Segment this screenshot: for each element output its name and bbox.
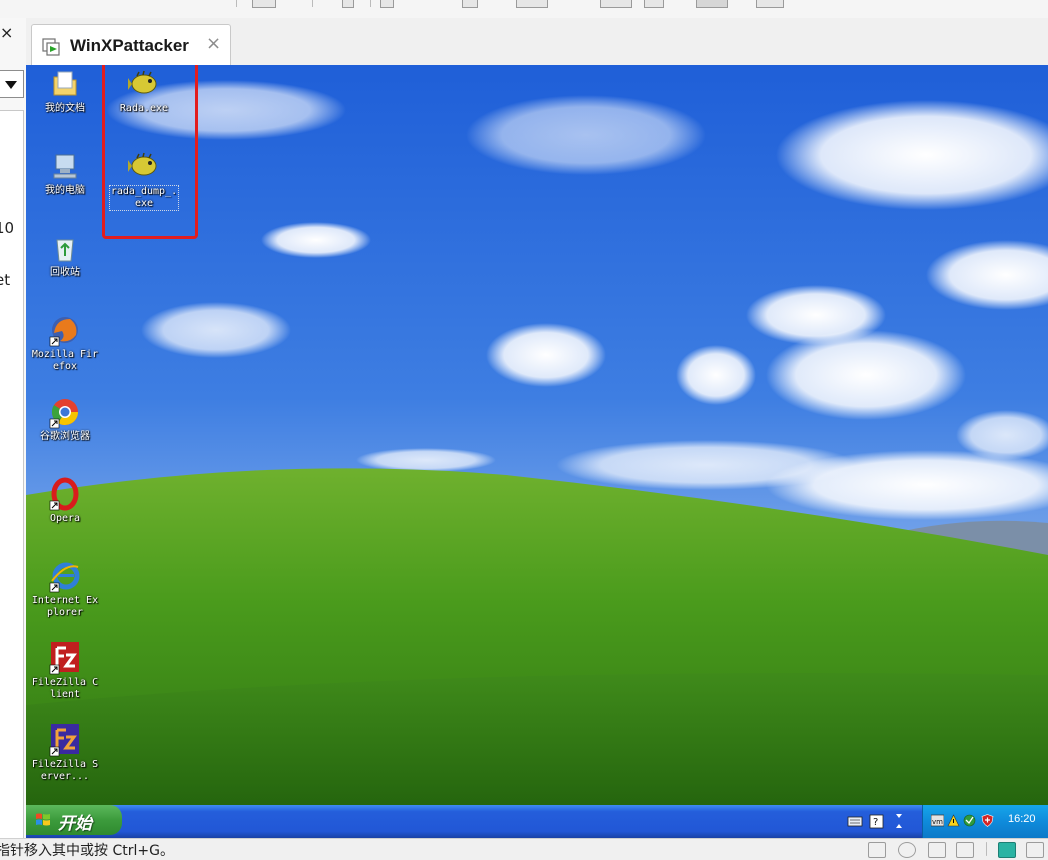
desktop-icon-rada-exe[interactable]: Rada.exe	[109, 67, 179, 115]
filezilla-icon	[48, 641, 82, 675]
xp-taskbar: 开始 ? vm 16:20	[26, 805, 1048, 838]
clock[interactable]: 16:20	[1008, 813, 1036, 825]
toolbar-button[interactable]	[600, 0, 632, 8]
internet-explorer-icon	[48, 559, 82, 593]
desktop-icon-label: 我的电脑	[45, 185, 85, 196]
recycle-bin-icon	[48, 231, 82, 265]
start-button[interactable]: 开始	[26, 805, 122, 835]
status-message: 指针移入其中或按 Ctrl+G。	[0, 843, 174, 859]
toolbar-separator	[312, 0, 313, 7]
toolbar-separator	[370, 0, 371, 7]
desktop-icon-internet-explorer[interactable]: Internet Explorer	[30, 559, 100, 619]
cd-rom-icon[interactable]	[898, 842, 916, 858]
vm-icon	[42, 38, 60, 56]
desktop-icon-label: Opera	[49, 513, 81, 524]
toolbar-button[interactable]	[342, 0, 354, 8]
firefox-icon	[48, 313, 82, 347]
hard-disk-icon[interactable]	[868, 842, 886, 858]
network-adapter-icon[interactable]	[956, 842, 974, 858]
toolbar-button[interactable]	[644, 0, 664, 8]
svg-text:?: ?	[873, 817, 878, 828]
status-separator	[986, 842, 987, 856]
desktop-icon-filezilla-server[interactable]: FileZilla Server...	[30, 723, 100, 783]
library-panel: × 10 et	[0, 18, 27, 838]
desktop-icon-label: FileZilla Server...	[31, 759, 99, 782]
status-bar: 指针移入其中或按 Ctrl+G。	[0, 838, 1048, 859]
toolbar-separator	[236, 0, 237, 7]
toolbar	[0, 0, 1048, 18]
tab-bar: WinXPattacker ×	[26, 18, 1048, 66]
folder-icon	[48, 67, 82, 101]
warning-icon[interactable]	[947, 814, 960, 827]
desktop-icon-label: 回收站	[50, 267, 80, 278]
blowfish-icon	[127, 67, 161, 101]
desktop-icon-firefox[interactable]: Mozilla Firefox	[30, 313, 100, 373]
opera-icon	[48, 477, 82, 511]
desktop-icon-label: 我的文档	[45, 103, 85, 114]
library-list[interactable]: 10 et	[0, 110, 24, 838]
toolbar-button[interactable]	[516, 0, 548, 8]
tab-title: WinXPattacker	[70, 36, 189, 55]
desktop-icon-label: 谷歌浏览器	[40, 431, 90, 442]
desktop-icon-label: Mozilla Firefox	[31, 349, 99, 372]
library-item-text: 10	[0, 219, 15, 237]
desktop-icon-label: Internet Explorer	[31, 595, 99, 618]
toolbar-button[interactable]	[756, 0, 784, 8]
tab-winxpattacker[interactable]: WinXPattacker ×	[31, 24, 231, 66]
toolbar-button[interactable]	[462, 0, 478, 8]
desktop-icon-label: FileZilla Client	[31, 677, 99, 700]
desktop-icon-label: rada_dump_.exe	[109, 185, 179, 211]
language-bar[interactable]: ?	[844, 810, 914, 832]
computer-icon	[48, 149, 82, 183]
system-tray: vm 16:20	[922, 805, 1048, 838]
vm-console[interactable]: 我的文档 Rada.exe 我的电脑 rada_dump_.exe 回收站 Mo…	[26, 65, 1048, 838]
desktop-icon-opera[interactable]: Opera	[30, 477, 100, 525]
floppy-icon[interactable]	[928, 842, 946, 858]
filezilla-server-icon	[48, 723, 82, 757]
library-dropdown[interactable]	[0, 70, 24, 98]
svg-text:vm: vm	[932, 818, 943, 826]
desktop-icon-my-computer[interactable]: 我的电脑	[30, 149, 100, 197]
desktop-icon-chrome[interactable]: 谷歌浏览器	[30, 395, 100, 443]
desktop-icon-rada-dump-exe[interactable]: rada_dump_.exe	[109, 149, 179, 211]
desktop-icon-label: Rada.exe	[119, 103, 169, 114]
start-label: 开始	[58, 814, 92, 834]
security-shield-icon[interactable]	[981, 814, 994, 827]
vmware-tools-icon[interactable]: vm	[931, 814, 944, 827]
desktop-icon-filezilla-client[interactable]: FileZilla Client	[30, 641, 100, 701]
network-icon[interactable]	[963, 814, 976, 827]
blowfish-icon	[127, 149, 161, 183]
desktop-icon-my-documents[interactable]: 我的文档	[30, 67, 100, 115]
tab-close-icon[interactable]: ×	[206, 34, 221, 54]
library-item-text: et	[0, 271, 11, 289]
toolbar-button[interactable]	[252, 0, 276, 8]
chevron-down-icon	[5, 81, 17, 89]
toolbar-button[interactable]	[380, 0, 394, 8]
library-close-button[interactable]: ×	[0, 24, 13, 42]
status-more-icon[interactable]	[1026, 842, 1044, 858]
message-log-icon[interactable]	[998, 842, 1016, 858]
windows-flag-icon	[36, 813, 50, 826]
toolbar-button[interactable]	[696, 0, 728, 8]
chrome-icon	[48, 395, 82, 429]
desktop-icon-recycle-bin[interactable]: 回收站	[30, 231, 100, 279]
